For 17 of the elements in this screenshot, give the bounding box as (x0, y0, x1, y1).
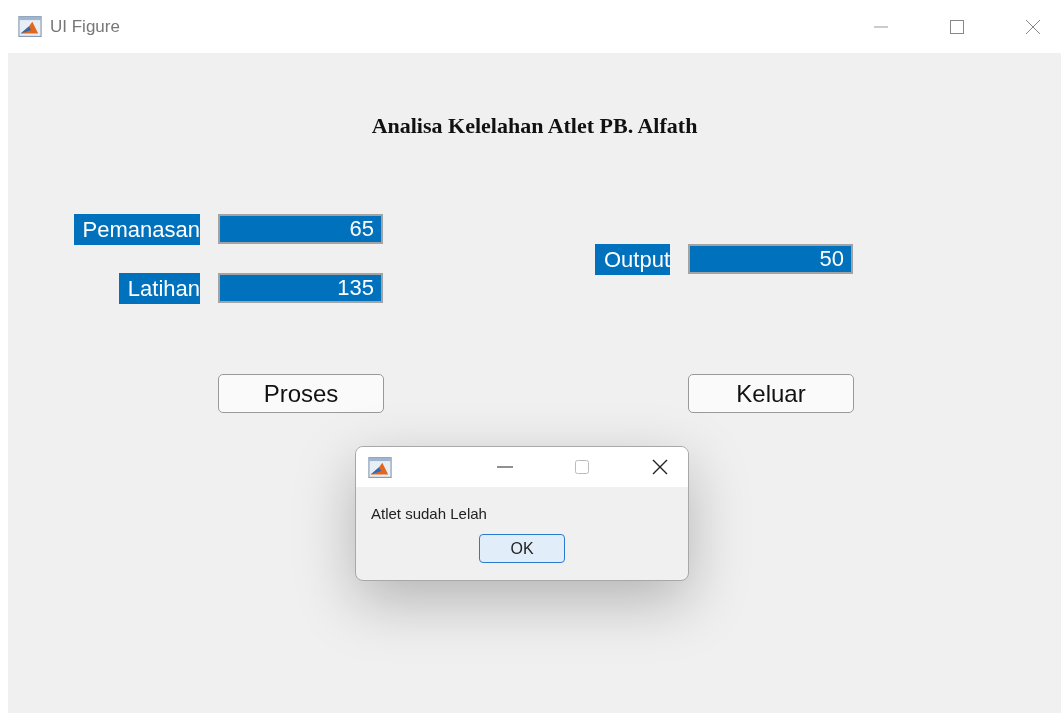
field-label: Pemanasan (73, 214, 200, 245)
input-field[interactable]: 65 (218, 214, 383, 244)
app-logo-icon (368, 456, 392, 478)
action-button[interactable]: Keluar (688, 374, 854, 413)
maximize-icon (573, 458, 591, 476)
action-button[interactable]: Proses (218, 374, 384, 413)
field-label: Latihan (118, 273, 200, 304)
output-field[interactable]: 50 (688, 244, 853, 274)
maximize-icon[interactable] (948, 17, 966, 36)
app-heading: Analisa Kelelahan Atlet PB. Alfath (370, 113, 699, 139)
output-label: Output (594, 244, 670, 275)
dialog-message: Atlet sudah Lelah (371, 505, 488, 522)
close-icon[interactable] (651, 458, 669, 476)
window-title: UI Figure (50, 16, 120, 37)
input-field[interactable]: 135 (218, 273, 383, 303)
app-logo-icon (18, 16, 42, 37)
ok-button[interactable]: OK (479, 534, 565, 563)
